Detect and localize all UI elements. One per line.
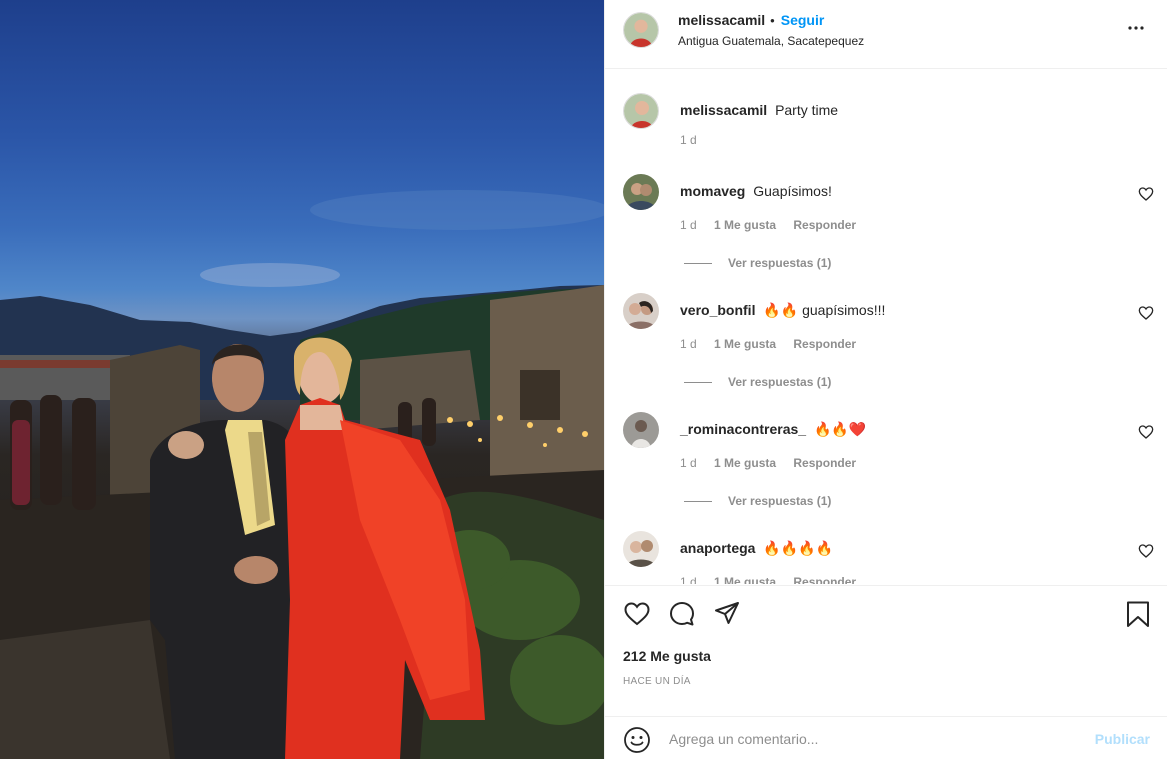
reply-button[interactable]: Responder <box>793 337 856 351</box>
comment-likes[interactable]: 1 Me gusta <box>714 575 776 584</box>
comment-text: _rominacontreras_ 🔥🔥❤️ <box>680 421 866 438</box>
commenter-username[interactable]: _rominacontreras_ <box>680 421 806 437</box>
reply-button[interactable]: Responder <box>793 456 856 470</box>
bookmark-icon[interactable] <box>1124 600 1152 628</box>
comment-body: 🔥🔥❤️ <box>813 421 867 437</box>
view-replies-button[interactable]: Ver respuestas (1) <box>684 256 831 270</box>
comment-input[interactable] <box>669 725 1069 753</box>
commenter-username[interactable]: anaportega <box>680 540 755 556</box>
caption-meta: 1 d <box>680 133 711 147</box>
post-actions: 212 Me gusta HACE UN DÍA <box>605 585 1167 715</box>
post-photo[interactable] <box>0 0 604 759</box>
comment-like-icon[interactable] <box>1138 186 1154 202</box>
author-line: melissacamil • Seguir <box>678 12 824 28</box>
caption-avatar[interactable] <box>623 93 659 129</box>
share-icon[interactable] <box>713 600 741 628</box>
comment-meta: 1 d 1 Me gusta Responder <box>680 456 870 470</box>
comment-icon[interactable] <box>668 600 696 628</box>
author-username[interactable]: melissacamil <box>678 12 765 28</box>
post-timestamp[interactable]: HACE UN DÍA <box>623 676 691 687</box>
commenter-username[interactable]: momaveg <box>680 183 745 199</box>
replies-divider <box>684 382 712 384</box>
comment-like-icon[interactable] <box>1138 543 1154 559</box>
comment-likes[interactable]: 1 Me gusta <box>714 218 776 232</box>
comment-body: 🔥🔥🔥🔥 <box>763 540 834 556</box>
reply-button[interactable]: Responder <box>793 575 856 584</box>
view-replies-label: Ver respuestas (1) <box>728 256 832 270</box>
comment-meta: 1 d 1 Me gusta Responder <box>680 218 870 232</box>
comment-age[interactable]: 1 d <box>680 218 697 232</box>
comment-age[interactable]: 1 d <box>680 456 697 470</box>
comment-text: anaportega 🔥🔥🔥🔥 <box>680 540 833 557</box>
comment-like-icon[interactable] <box>1138 305 1154 321</box>
commenter-avatar[interactable] <box>623 531 659 567</box>
comment-likes[interactable]: 1 Me gusta <box>714 456 776 470</box>
post-header: melissacamil • Seguir Antigua Guatemala, S… <box>605 0 1167 69</box>
reply-button[interactable]: Responder <box>793 218 856 232</box>
heart-icon[interactable] <box>623 600 651 628</box>
comment-likes[interactable]: 1 Me gusta <box>714 337 776 351</box>
caption-username[interactable]: melissacamil <box>680 102 767 118</box>
more-options-icon[interactable] <box>1126 18 1146 38</box>
comment-age[interactable]: 1 d <box>680 337 697 351</box>
likes-count[interactable]: 212 Me gusta <box>623 648 711 664</box>
replies-divider <box>684 263 712 265</box>
comment-text: momaveg Guapísimos! <box>680 183 832 199</box>
follow-button[interactable]: Seguir <box>781 12 825 28</box>
comment-body: Guapísimos! <box>753 183 832 199</box>
view-replies-label: Ver respuestas (1) <box>728 494 832 508</box>
add-comment-form: Publicar <box>605 716 1167 759</box>
publish-button[interactable]: Publicar <box>1095 731 1150 747</box>
view-replies-label: Ver respuestas (1) <box>728 375 832 389</box>
replies-divider <box>684 501 712 503</box>
view-replies-button[interactable]: Ver respuestas (1) <box>684 494 831 508</box>
comment-meta: 1 d 1 Me gusta Responder <box>680 337 870 351</box>
caption-body: Party time <box>775 102 839 118</box>
commenter-avatar[interactable] <box>623 412 659 448</box>
comments-list[interactable]: melissacamil Party time 1 d momaveg Guap… <box>605 70 1167 584</box>
commenter-avatar[interactable] <box>623 174 659 210</box>
comment-like-icon[interactable] <box>1138 424 1154 440</box>
caption-age[interactable]: 1 d <box>680 133 697 147</box>
comment-meta: 1 d 1 Me gusta Responder <box>680 575 870 584</box>
post-details-panel: melissacamil • Seguir Antigua Guatemala, S… <box>604 0 1167 759</box>
caption-text: melissacamil Party time <box>680 102 838 118</box>
commenter-avatar[interactable] <box>623 293 659 329</box>
comment-age[interactable]: 1 d <box>680 575 697 584</box>
emoji-icon[interactable] <box>623 726 651 754</box>
comment-text: vero_bonfil 🔥🔥 guapísimos!!! <box>680 302 885 319</box>
photo-illustration <box>0 190 604 759</box>
post-location[interactable]: Antigua Guatemala, Sacatepequez <box>678 34 864 48</box>
comment-body: 🔥🔥 guapísimos!!! <box>763 302 886 318</box>
separator-dot: • <box>770 13 775 28</box>
author-avatar[interactable] <box>623 12 659 48</box>
commenter-username[interactable]: vero_bonfil <box>680 302 755 318</box>
view-replies-button[interactable]: Ver respuestas (1) <box>684 375 831 389</box>
